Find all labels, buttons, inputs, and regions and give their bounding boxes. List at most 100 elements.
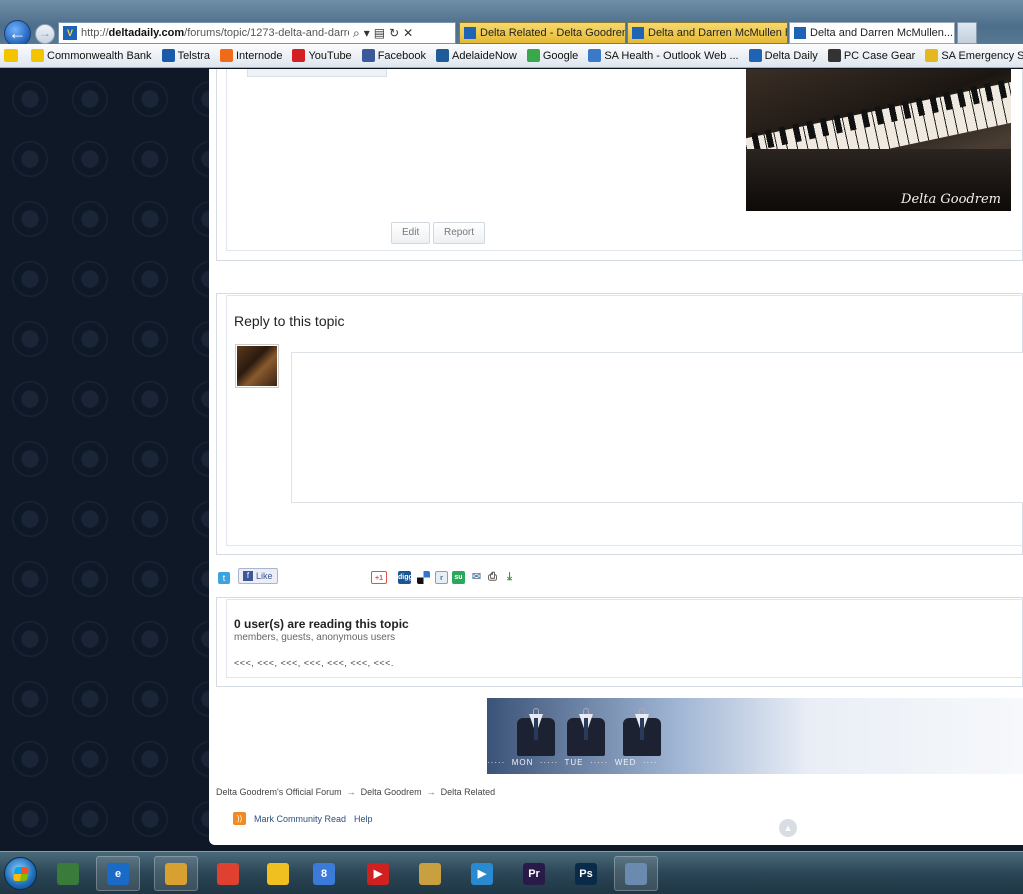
taskbar-google-button[interactable]: 8 — [302, 856, 346, 891]
footer-links: )) Mark Community Read Help — [233, 812, 373, 825]
delicious-icon[interactable] — [417, 571, 430, 584]
edit-button[interactable]: Edit — [391, 222, 431, 244]
taskbar-photoshop-button[interactable]: Ps — [564, 856, 608, 891]
taskbar-app-yellow-button[interactable] — [256, 856, 300, 891]
compat-view-icon[interactable]: ▤ — [374, 26, 385, 40]
taskbar-premiere-button[interactable]: Pr — [512, 856, 556, 891]
suit-image — [517, 708, 555, 756]
taskbar: e 8 ▶ ▶ Pr Ps — [0, 851, 1023, 894]
favorite-favicon-icon — [436, 49, 449, 62]
suits-banner[interactable]: ····· MON ····· TUE ····· WED ···· — [487, 698, 1023, 774]
tab-label: Delta Related - Delta Goodrem'... — [480, 27, 625, 39]
stop-icon[interactable]: ✕ — [403, 26, 413, 40]
favorite-label: SA Health - Outlook Web ... — [604, 49, 739, 62]
active-users-panel: 0 user(s) are reading this topic members… — [226, 599, 1023, 678]
address-bar[interactable]: V http://deltadaily.com/forums/topic/127… — [58, 22, 456, 44]
firefox-icon — [625, 862, 647, 885]
help-link[interactable]: Help — [354, 814, 373, 824]
favorite-label: Internode — [235, 49, 283, 62]
site-favicon-icon: V — [63, 26, 77, 40]
favorite-favicon-icon — [925, 49, 939, 62]
breadcrumb-link-delta-goodrem[interactable]: Delta Goodrem — [361, 787, 422, 797]
active-users-list: <<<, <<<, <<<, <<<, <<<, <<<, <<<. — [234, 658, 394, 668]
digg-icon[interactable]: digg — [398, 571, 413, 584]
breadcrumb-separator-icon: → — [426, 787, 436, 797]
favorite-link[interactable]: Telstra — [161, 49, 210, 62]
favorite-link[interactable]: SA Health - Outlook Web ... — [588, 49, 739, 62]
taskbar-youtube-button[interactable]: ▶ — [356, 856, 400, 891]
favorite-link[interactable]: PC Case Gear — [827, 49, 915, 62]
favorite-link[interactable]: Commonwealth Bank — [31, 49, 152, 62]
taskbar-network-button[interactable] — [46, 856, 90, 891]
url-text[interactable]: http://deltadaily.com/forums/topic/1273-… — [81, 27, 349, 39]
suit-image — [567, 708, 605, 756]
tab-favicon-icon — [464, 27, 476, 39]
favorite-favicon-icon — [588, 49, 602, 62]
chrome-icon — [217, 862, 239, 885]
favorite-favicon-icon — [292, 49, 306, 62]
favorite-favicon-icon — [361, 49, 375, 62]
internet-explorer-icon: e — [107, 862, 129, 885]
breadcrumb: Delta Goodrem's Official Forum → Delta Goo… — [216, 787, 495, 797]
favorite-label: Facebook — [377, 49, 426, 62]
email-icon[interactable]: ✉ — [470, 571, 483, 584]
forward-button[interactable]: → — [35, 24, 55, 44]
reply-panel: Reply to this topic — [226, 295, 1023, 546]
favorite-link[interactable]: Internode — [219, 49, 283, 62]
favorites-bar: Commonwealth Bank Telstra Internode YouTube… — [0, 44, 1023, 68]
dropdown-arrow-icon[interactable]: ▾ — [364, 26, 370, 40]
facebook-icon: f — [243, 571, 253, 581]
favorite-link[interactable]: Google — [526, 49, 579, 62]
tab-delta-darren-active[interactable]: Delta and Darren McMullen... ✕ — [789, 22, 955, 44]
breadcrumb-link-delta-related[interactable]: Delta Related — [441, 787, 496, 797]
new-tab-button[interactable] — [957, 22, 977, 44]
rss-icon[interactable]: )) — [233, 812, 246, 825]
twitter-icon[interactable]: t — [218, 572, 230, 584]
favorite-favicon-icon — [31, 49, 44, 62]
back-button[interactable]: ← — [4, 20, 31, 47]
favorite-label: AdelaideNow — [452, 49, 517, 62]
avatar[interactable] — [235, 344, 279, 388]
reddit-icon[interactable]: r — [435, 571, 448, 584]
taskbar-internet-explorer-button[interactable]: e — [96, 856, 140, 891]
start-button[interactable] — [4, 857, 37, 890]
taskbar-file-explorer-button[interactable] — [154, 856, 198, 891]
breadcrumb-link-forum[interactable]: Delta Goodrem's Official Forum — [216, 787, 342, 797]
taskbar-notes-button[interactable] — [408, 856, 452, 891]
favorite-favicon-icon — [748, 49, 762, 62]
report-button[interactable]: Report — [433, 222, 486, 244]
taskbar-media-button[interactable]: ▶ — [460, 856, 504, 891]
favorite-favicon-icon — [827, 49, 841, 62]
favorite-link[interactable]: AdelaideNow — [436, 49, 517, 62]
refresh-icon[interactable]: ↻ — [389, 26, 399, 40]
favorite-label: Google — [542, 49, 579, 62]
network-icon — [57, 862, 79, 885]
back-to-top-icon[interactable]: ▲ — [779, 819, 797, 837]
tab-delta-darren-1[interactable]: Delta and Darren McMullen ha... — [627, 22, 788, 44]
tab-delta-related[interactable]: Delta Related - Delta Goodrem'... — [459, 22, 626, 44]
favorite-link[interactable]: YouTube — [292, 49, 352, 62]
stumbleupon-icon[interactable]: su — [452, 571, 465, 584]
facebook-like-button[interactable]: f Like — [238, 568, 278, 584]
favorite-link[interactable]: Facebook — [361, 49, 426, 62]
download-icon[interactable]: ⤓ — [503, 571, 516, 584]
taskbar-firefox-button[interactable] — [614, 856, 658, 891]
google-plus-one-icon[interactable]: +1 — [371, 571, 387, 584]
search-icon[interactable]: ⌕ — [353, 26, 360, 41]
photoshop-icon: Ps — [575, 862, 597, 885]
tab-favicon-icon — [794, 27, 806, 39]
notes-icon — [419, 862, 441, 885]
favorites-star-icon[interactable] — [4, 49, 21, 62]
mark-community-read-link[interactable]: Mark Community Read — [254, 814, 346, 824]
banner-days-text: ····· MON ····· TUE ····· WED ···· — [487, 758, 658, 767]
post-piano-image[interactable]: Delta Goodrem — [746, 69, 1011, 211]
active-users-title: 0 user(s) are reading this topic — [234, 617, 409, 631]
taskbar-chrome-button[interactable] — [206, 856, 250, 891]
google-icon: 8 — [313, 862, 335, 885]
forum-content: Delta Goodrem Edit Report Reply to this … — [209, 69, 1023, 845]
print-icon[interactable]: ⎙ — [486, 571, 499, 584]
app-yellow-icon — [267, 862, 289, 885]
reply-textarea[interactable] — [291, 352, 1023, 503]
favorite-link[interactable]: Delta Daily — [748, 49, 818, 62]
favorite-link[interactable]: SA Emergency Services ▾ — [925, 49, 1023, 62]
